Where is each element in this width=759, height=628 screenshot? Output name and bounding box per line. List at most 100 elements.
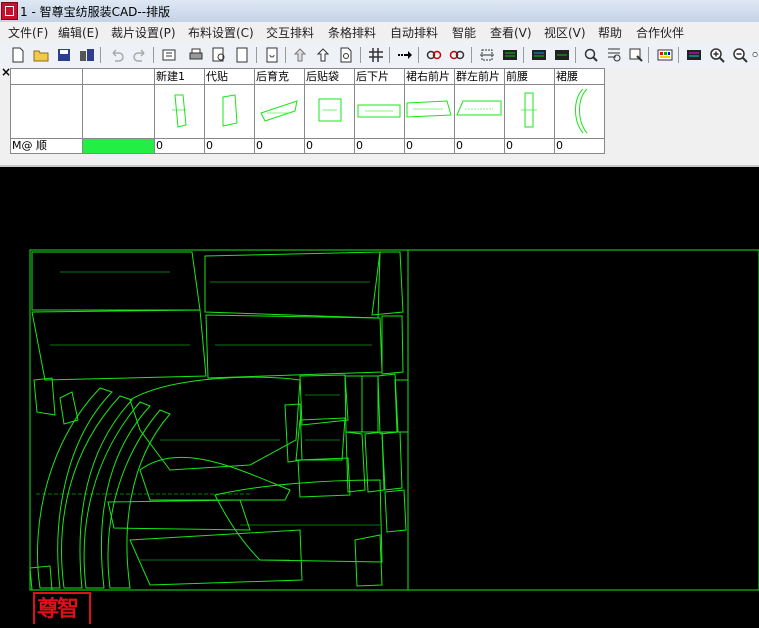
piece-thumbnail[interactable] bbox=[454, 84, 505, 139]
pattern-piece bbox=[381, 315, 404, 375]
pattern-piece bbox=[214, 479, 383, 563]
toolbar-separator bbox=[256, 47, 257, 63]
row-header-blank bbox=[10, 84, 83, 139]
layout-icon[interactable] bbox=[501, 46, 518, 63]
pattern-piece bbox=[384, 489, 407, 533]
piece-list-icon[interactable] bbox=[530, 46, 547, 63]
menu-piece-settings[interactable]: 裁片设置(P) bbox=[111, 24, 176, 41]
piece-name[interactable]: 裙右前片 bbox=[404, 68, 455, 85]
piece-name[interactable]: 代贴 bbox=[204, 68, 255, 85]
piece-name[interactable]: 新建1 bbox=[154, 68, 205, 85]
toolbar-separator bbox=[678, 47, 679, 63]
pattern-piece bbox=[31, 251, 201, 311]
piece-count[interactable]: 0 bbox=[304, 138, 355, 154]
piece-name[interactable]: 裙腰 bbox=[554, 68, 605, 85]
pattern-piece bbox=[33, 377, 56, 416]
pattern-piece bbox=[299, 374, 349, 426]
menu-stripe-marking[interactable]: 条格排料 bbox=[328, 24, 376, 41]
pattern-piece bbox=[297, 457, 351, 498]
zoom-out-icon[interactable] bbox=[731, 46, 748, 63]
zoom-fit-icon[interactable] bbox=[752, 46, 759, 63]
new-file-icon[interactable] bbox=[9, 46, 26, 63]
pattern-piece bbox=[204, 251, 381, 319]
toolbar-separator bbox=[575, 47, 576, 63]
menu-fabric-settings[interactable]: 布料设置(C) bbox=[188, 24, 254, 41]
undo-icon[interactable] bbox=[108, 46, 125, 63]
menu-file[interactable]: 文件(F) bbox=[8, 24, 48, 41]
piece-count[interactable]: 0 bbox=[254, 138, 305, 154]
menu-viewport[interactable]: 视区(V) bbox=[544, 24, 586, 41]
piece-count[interactable]: 0 bbox=[554, 138, 605, 154]
zoom-in-icon[interactable] bbox=[708, 46, 725, 63]
piece-count[interactable]: 0 bbox=[504, 138, 555, 154]
piece-thumbnail[interactable] bbox=[504, 84, 555, 139]
link-icon[interactable] bbox=[425, 46, 442, 63]
pattern-piece bbox=[295, 417, 346, 461]
piece-name[interactable]: 后贴袋 bbox=[304, 68, 355, 85]
piece-thumbnail[interactable] bbox=[404, 84, 455, 139]
save-icon[interactable] bbox=[55, 46, 72, 63]
pattern-piece bbox=[371, 251, 404, 316]
menu-view[interactable]: 查看(V) bbox=[490, 24, 532, 41]
color-picker-icon[interactable] bbox=[685, 46, 702, 63]
color-indicator bbox=[82, 138, 155, 154]
piece-thumbnail[interactable] bbox=[204, 84, 255, 139]
fold-icon[interactable] bbox=[478, 46, 495, 63]
window-title: 1 - 智尊宝纺服装CAD--排版 bbox=[20, 5, 171, 19]
piece-name[interactable]: 后下片 bbox=[354, 68, 405, 85]
piece-name[interactable]: 后育克 bbox=[254, 68, 305, 85]
pattern-piece bbox=[344, 375, 363, 433]
pattern-piece bbox=[361, 375, 379, 433]
print-icon[interactable] bbox=[187, 46, 204, 63]
flip-icon[interactable] bbox=[337, 46, 354, 63]
pattern-piece bbox=[29, 565, 53, 591]
menu-smart[interactable]: 智能 bbox=[452, 24, 476, 41]
toolbar-separator bbox=[100, 47, 101, 63]
redo-icon[interactable] bbox=[131, 46, 148, 63]
move-up-icon[interactable] bbox=[291, 46, 308, 63]
document-icon[interactable] bbox=[233, 46, 250, 63]
piece-name[interactable]: 群左前片 bbox=[454, 68, 505, 85]
marker-view-icon[interactable] bbox=[553, 46, 570, 63]
piece-thumbnail[interactable] bbox=[254, 84, 305, 139]
open-folder-icon[interactable] bbox=[32, 46, 49, 63]
toolbar-separator bbox=[418, 47, 419, 63]
import-icon[interactable] bbox=[160, 46, 177, 63]
marker-layout[interactable] bbox=[0, 167, 759, 624]
menu-partners[interactable]: 合作伙伴 bbox=[636, 24, 684, 41]
print-preview-icon[interactable] bbox=[210, 46, 227, 63]
app-logo-icon[interactable] bbox=[1, 2, 18, 20]
save-all-icon[interactable] bbox=[78, 46, 95, 63]
piece-thumbnail[interactable] bbox=[154, 84, 205, 139]
unlink-icon[interactable] bbox=[448, 46, 465, 63]
palette-icon[interactable] bbox=[656, 46, 673, 63]
arrow-right-icon[interactable] bbox=[396, 46, 413, 63]
select-icon[interactable] bbox=[605, 46, 622, 63]
header-blank bbox=[10, 68, 83, 85]
menu-edit[interactable]: 编辑(E) bbox=[58, 24, 99, 41]
pattern-piece bbox=[345, 431, 366, 493]
pattern-piece bbox=[107, 499, 251, 531]
grid-icon[interactable] bbox=[367, 46, 384, 63]
menu-help[interactable]: 帮助 bbox=[598, 24, 622, 41]
inspect-icon[interactable] bbox=[627, 46, 644, 63]
piece-count[interactable]: 0 bbox=[404, 138, 455, 154]
piece-count[interactable]: 0 bbox=[454, 138, 505, 154]
header-blank bbox=[82, 68, 155, 85]
menu-bar: 文件(F) 编辑(E) 裁片设置(P) 布料设置(C) 交互排料 条格排料 自动… bbox=[0, 22, 759, 42]
piece-count[interactable]: 0 bbox=[204, 138, 255, 154]
piece-name[interactable]: 前腰 bbox=[504, 68, 555, 85]
refresh-icon[interactable] bbox=[263, 46, 280, 63]
menu-auto-marking[interactable]: 自动排料 bbox=[390, 24, 438, 41]
toolbar-separator bbox=[389, 47, 390, 63]
piece-thumbnail[interactable] bbox=[304, 84, 355, 139]
piece-count[interactable]: 0 bbox=[354, 138, 405, 154]
piece-thumbnail[interactable] bbox=[554, 84, 605, 139]
piece-count[interactable]: 0 bbox=[154, 138, 205, 154]
color-cell-blank bbox=[82, 84, 155, 139]
rotate-icon[interactable] bbox=[314, 46, 331, 63]
piece-thumbnail[interactable] bbox=[354, 84, 405, 139]
menu-interactive-marking[interactable]: 交互排料 bbox=[266, 24, 314, 41]
search-icon[interactable] bbox=[582, 46, 599, 63]
marker-canvas[interactable] bbox=[0, 167, 759, 624]
